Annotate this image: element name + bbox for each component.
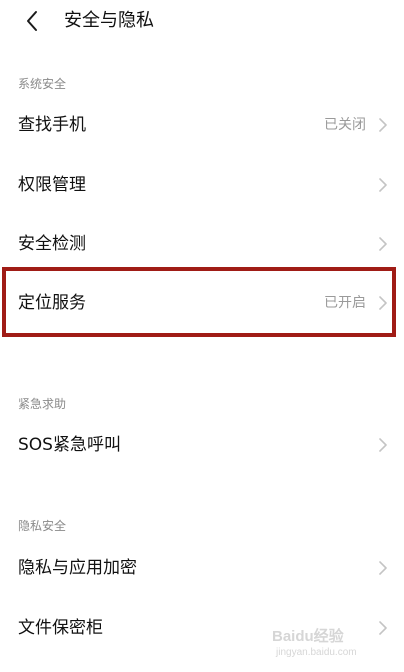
section-label-privacy-security: 隐私安全 — [18, 519, 67, 533]
menu-item-security-check[interactable]: 安全检测 — [0, 216, 404, 272]
chevron-left-icon — [27, 11, 37, 31]
menu-item-permission-management[interactable]: 权限管理 — [0, 157, 404, 213]
menu-item-label: 隐私与应用加密 — [18, 558, 137, 578]
watermark-logo: Baidu经验 — [272, 628, 344, 645]
menu-item-sos-call[interactable]: SOS紧急呼叫 — [0, 417, 404, 473]
baidu-watermark: Baidu经验 jingyan.baidu.com — [272, 625, 392, 665]
watermark-url: jingyan.baidu.com — [276, 647, 357, 658]
chevron-right-icon — [379, 438, 387, 452]
menu-item-label: 查找手机 — [18, 115, 86, 135]
menu-item-privacy-app-encryption[interactable]: 隐私与应用加密 — [0, 540, 404, 596]
menu-item-location-service[interactable]: 定位服务 已开启 — [0, 275, 404, 331]
status-value: 已开启 — [324, 295, 366, 311]
chevron-right-icon — [379, 178, 387, 192]
menu-item-find-phone[interactable]: 查找手机 已关闭 — [0, 97, 404, 153]
back-button[interactable] — [20, 8, 46, 34]
menu-item-label: 权限管理 — [18, 175, 86, 195]
chevron-right-icon — [379, 237, 387, 251]
page-title: 安全与隐私 — [64, 10, 154, 31]
menu-item-label: 文件保密柜 — [18, 618, 103, 638]
chevron-right-icon — [379, 561, 387, 575]
status-value: 已关闭 — [324, 117, 366, 133]
section-label-system-security: 系统安全 — [18, 77, 67, 91]
menu-item-label: SOS紧急呼叫 — [18, 435, 121, 455]
chevron-right-icon — [379, 118, 387, 132]
top-app-bar: 安全与隐私 — [0, 0, 404, 44]
menu-item-label: 安全检测 — [18, 234, 86, 254]
menu-item-label: 定位服务 — [18, 293, 86, 313]
section-label-emergency: 紧急求助 — [18, 397, 67, 411]
chevron-right-icon — [379, 296, 387, 310]
